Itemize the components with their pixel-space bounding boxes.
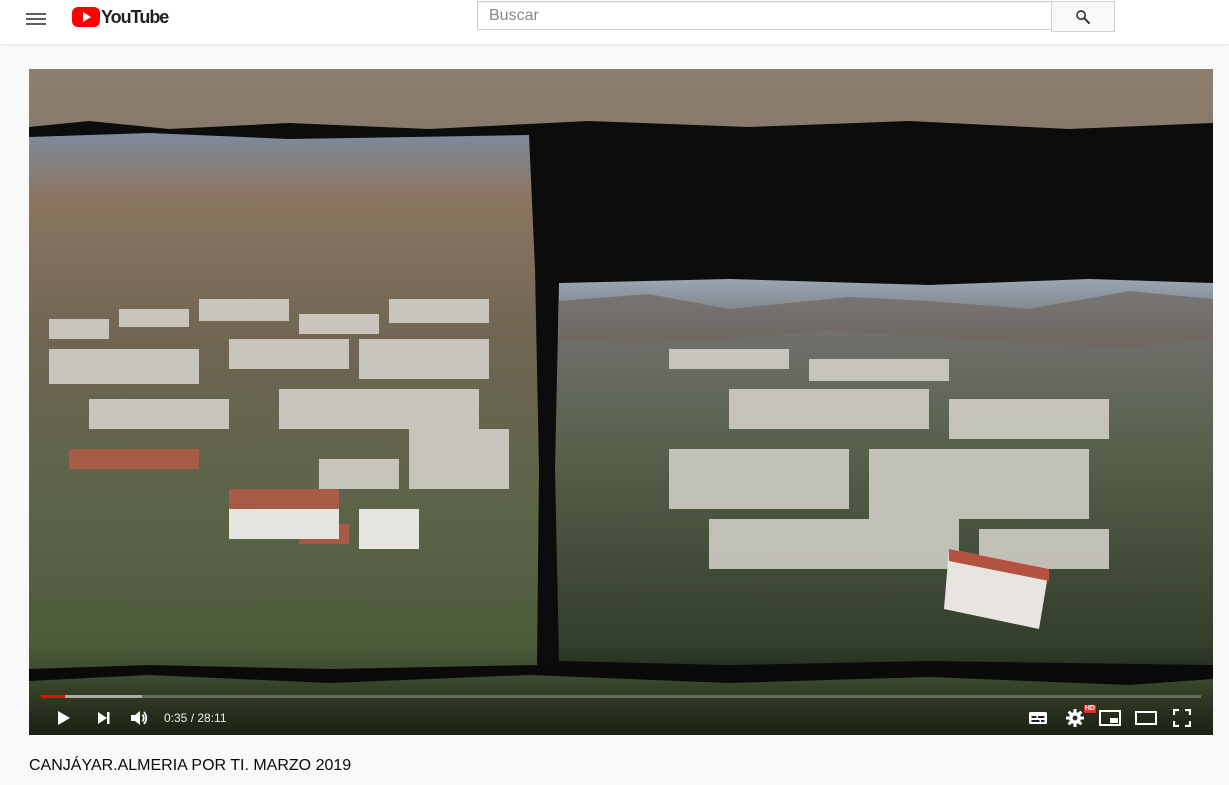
video-title: CANJÁYAR.ALMERIA POR TI. MARZO 2019	[29, 757, 352, 774]
search-form	[477, 1, 1115, 32]
miniplayer-icon	[1099, 710, 1121, 726]
search-input[interactable]	[477, 1, 1051, 30]
progress-bar[interactable]	[41, 695, 1201, 698]
time-display: 0:35 / 28:11	[164, 711, 227, 725]
search-icon	[1076, 9, 1090, 24]
logo-wordmark: YouTube	[101, 6, 169, 27]
settings-icon	[1066, 709, 1084, 727]
volume-icon	[131, 711, 148, 725]
player-controls: 0:35 / 28:11 HD	[29, 703, 1213, 733]
youtube-play-icon	[72, 7, 100, 27]
video-frame	[29, 69, 1213, 735]
video-player[interactable]: 0:35 / 28:11 HD	[29, 69, 1213, 735]
played-bar	[41, 695, 66, 698]
subtitles-button[interactable]	[1020, 703, 1056, 733]
masthead: YouTube	[0, 0, 1229, 44]
fullscreen-button[interactable]	[1164, 703, 1200, 733]
settings-button[interactable]: HD	[1057, 703, 1096, 733]
volume-button[interactable]	[121, 703, 157, 733]
theater-mode-icon	[1135, 711, 1157, 725]
next-button[interactable]	[86, 703, 122, 733]
miniplayer-button[interactable]	[1092, 703, 1128, 733]
play-icon	[58, 711, 70, 725]
next-icon	[98, 712, 110, 724]
theater-mode-button[interactable]	[1128, 703, 1164, 733]
hamburger-menu-icon[interactable]	[24, 9, 50, 29]
play-button[interactable]	[45, 703, 81, 733]
search-button[interactable]	[1051, 1, 1115, 32]
youtube-logo[interactable]: YouTube	[72, 6, 169, 27]
fullscreen-icon	[1173, 709, 1191, 727]
subtitles-icon	[1029, 712, 1047, 724]
